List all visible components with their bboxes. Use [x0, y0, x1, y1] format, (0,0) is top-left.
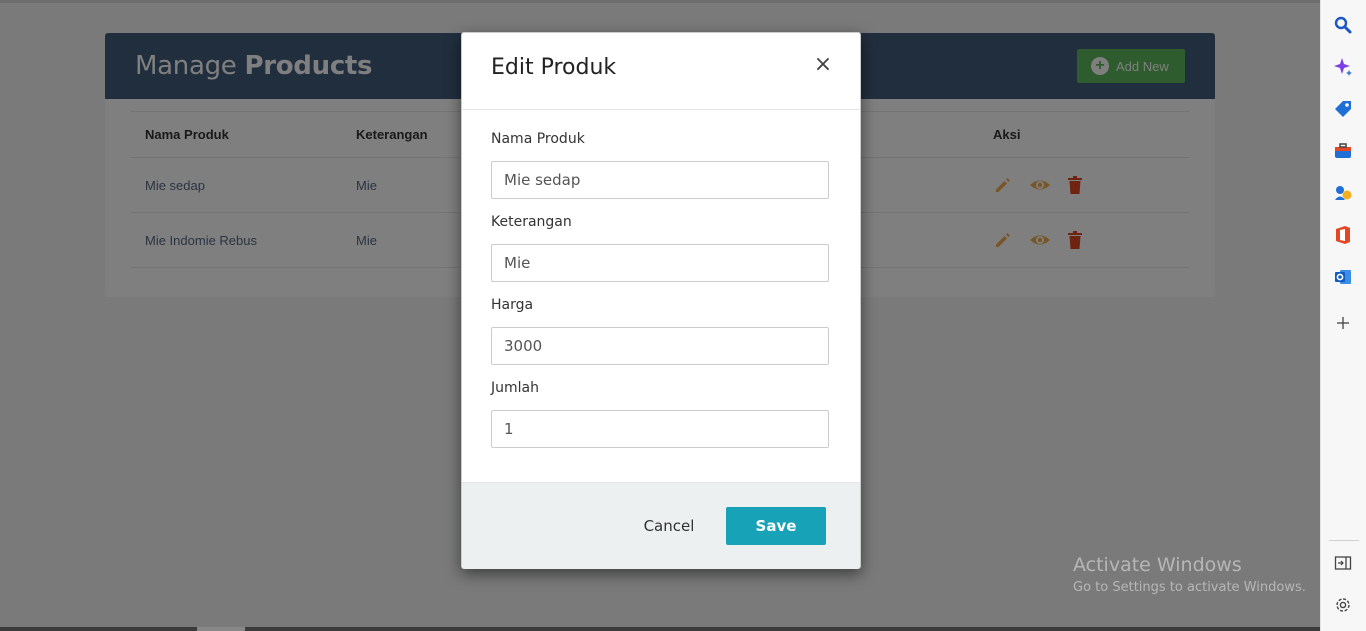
watermark-title: Activate Windows [1073, 554, 1242, 576]
page-viewport: Manage Products + Add New Nama Produk Ke… [0, 3, 1320, 627]
edit-product-modal: Edit Produk × Nama Produk Keterangan Har… [461, 32, 861, 569]
shopping-tag-icon[interactable] [1332, 98, 1354, 120]
cancel-button[interactable]: Cancel [632, 507, 706, 545]
copilot-sparkle-icon[interactable] [1332, 56, 1354, 78]
modal-footer: Cancel Save [462, 482, 860, 569]
keterangan-input[interactable] [491, 244, 829, 282]
jumlah-input[interactable] [491, 410, 829, 448]
settings-icon[interactable] [1332, 594, 1354, 616]
games-icon[interactable] [1332, 182, 1354, 204]
label-keterangan: Keterangan [491, 214, 572, 230]
label-harga: Harga [491, 297, 534, 313]
save-button[interactable]: Save [726, 507, 826, 545]
harga-input[interactable] [491, 327, 829, 365]
watermark-subtitle: Go to Settings to activate Windows. [1073, 580, 1306, 595]
sidebar-divider [1329, 540, 1359, 541]
browser-sidebar [1320, 0, 1366, 631]
close-icon[interactable]: × [812, 52, 834, 77]
activate-windows-watermark: Activate Windows Go to Settings to activ… [1073, 554, 1306, 595]
office-icon[interactable] [1332, 224, 1354, 246]
horizontal-scrollbar-thumb[interactable] [197, 627, 245, 631]
nama-produk-input[interactable] [491, 161, 829, 199]
add-icon[interactable] [1332, 312, 1354, 334]
outlook-icon[interactable] [1332, 266, 1354, 288]
split-screen-icon[interactable] [1332, 552, 1354, 574]
modal-title: Edit Produk [491, 55, 617, 80]
search-icon[interactable] [1332, 14, 1354, 36]
modal-header: Edit Produk × [462, 33, 860, 110]
label-nama-produk: Nama Produk [491, 131, 585, 147]
label-jumlah: Jumlah [491, 380, 539, 396]
toolbox-icon[interactable] [1332, 140, 1354, 162]
